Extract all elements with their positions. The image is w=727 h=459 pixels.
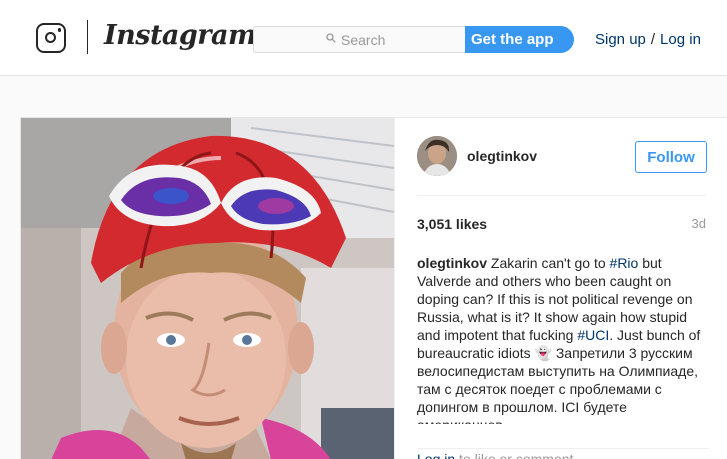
login-to-comment-row: Log in to like or comment. ••• — [417, 448, 709, 459]
hashtag-rio-link[interactable]: #Rio — [610, 255, 639, 271]
likes-count[interactable]: 3,051 likes — [417, 216, 487, 232]
sign-up-link[interactable]: Sign up — [595, 31, 646, 48]
post-caption: olegtinkov Zakarin can't go to #Rio but … — [417, 254, 709, 424]
hashtag-uci-link[interactable]: #UCI — [577, 327, 609, 343]
caption-username[interactable]: olegtinkov — [417, 255, 487, 271]
login-suffix: to like or comment. — [455, 451, 578, 459]
post-sidebar: olegtinkov Follow 3,051 likes 3d olegtin… — [394, 118, 727, 459]
search-input[interactable] — [341, 27, 461, 52]
avatar[interactable] — [417, 136, 457, 176]
instagram-wordmark[interactable]: Instagram — [104, 20, 257, 51]
follow-button[interactable]: Follow — [635, 141, 707, 173]
avatar-image — [417, 136, 457, 176]
caption-text-1: Zakarin can't go to — [487, 255, 610, 271]
get-the-app-button[interactable]: Get the app — [465, 26, 574, 53]
instagram-glyph-icon[interactable] — [36, 23, 66, 53]
post-username[interactable]: olegtinkov — [467, 148, 537, 164]
log-in-link[interactable]: Log in — [660, 31, 701, 48]
top-nav-bar: Instagram Get the app Sign up/Log in — [0, 0, 727, 76]
cyclist-selfie-image — [21, 118, 394, 459]
camera-dot-shape — [57, 28, 61, 32]
search-box[interactable] — [253, 26, 467, 53]
post-author-header: olegtinkov Follow — [417, 136, 707, 196]
camera-lens-shape — [45, 32, 56, 43]
auth-links: Sign up / Log in — [595, 31, 701, 48]
search-icon — [326, 33, 336, 43]
more-options-icon[interactable]: ••• — [689, 453, 707, 459]
auth-separator: / — [650, 31, 656, 48]
log-in-to-like-link[interactable]: Log in — [417, 451, 455, 459]
post-age[interactable]: 3d — [692, 216, 706, 231]
post-card: olegtinkov Follow 3,051 likes 3d olegtin… — [20, 117, 727, 459]
logo-divider — [87, 20, 88, 54]
post-photo[interactable] — [21, 118, 394, 459]
